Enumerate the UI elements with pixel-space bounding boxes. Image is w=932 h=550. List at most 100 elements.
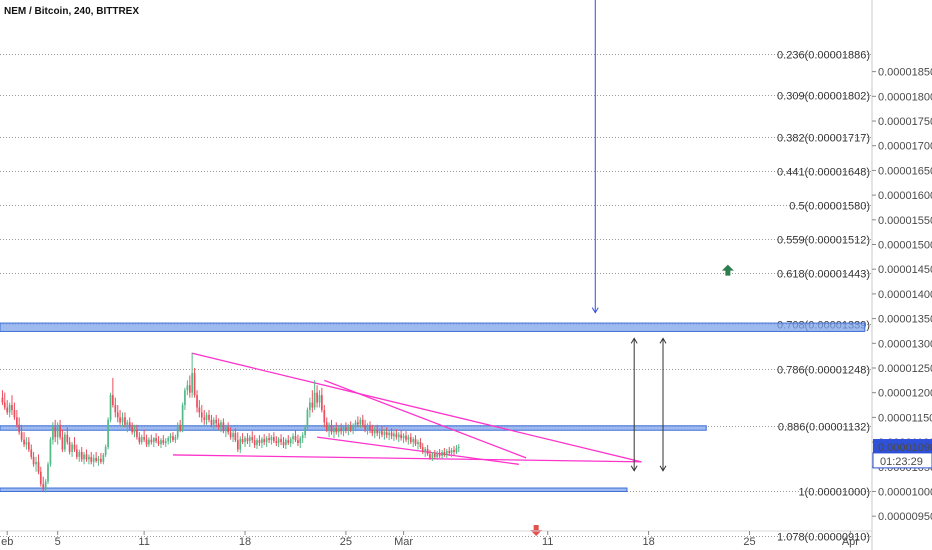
candle-body [457, 447, 460, 449]
price-chart[interactable]: 0.236(0.00001886) 0.309(0.00001802) 0.382(… [0, 0, 932, 550]
candle-body [419, 442, 422, 448]
candle-body [414, 439, 417, 445]
candle-body [426, 449, 429, 454]
candle-body [366, 426, 369, 430]
fib-level-label: 0.5(0.00001580) [789, 201, 870, 213]
candle-body [49, 439, 52, 465]
candle-body [16, 417, 18, 425]
candle-body [85, 454, 88, 460]
candle-body [75, 449, 78, 457]
candle-body [80, 451, 83, 460]
candle-body [455, 448, 458, 452]
candle-body [277, 439, 280, 444]
candle-body [222, 422, 225, 432]
candle-body [90, 456, 93, 462]
price-tick-label: 0.00001800 [878, 91, 932, 103]
candle-body [275, 441, 278, 444]
price-tick-label: 0.00001750 [878, 116, 932, 128]
candle-body [143, 437, 145, 440]
candle-body [23, 439, 25, 445]
candle-body [352, 426, 354, 430]
candle-body [385, 432, 388, 436]
candle-body [246, 438, 249, 442]
candle-body [224, 427, 227, 432]
candle-body [205, 414, 208, 420]
candle-body [304, 427, 306, 436]
support-zone[interactable] [0, 487, 628, 492]
price-tick-label: 0.00001000 [878, 486, 932, 498]
price-tick-label: 0.00001350 [878, 314, 932, 326]
candle-body [193, 372, 196, 396]
candle-body [109, 395, 112, 420]
candle-body [114, 405, 117, 413]
candle-body [236, 440, 239, 450]
candle-body [232, 433, 234, 438]
last-price-label: 0.00001090 [878, 442, 932, 454]
candle-body [25, 442, 28, 445]
candle-body [71, 444, 73, 452]
price-tick-label: 0.00001200 [878, 388, 932, 400]
candle-body [66, 434, 69, 443]
time-tick-label: eb [1, 536, 13, 548]
candle-body [261, 439, 263, 444]
candle-body [390, 432, 393, 437]
candle-body [88, 456, 90, 460]
candle-body [121, 417, 124, 423]
fib-level-label: 0.236(0.00001886) [777, 50, 870, 62]
candle-body [330, 424, 333, 433]
time-tick-label: Apr [842, 536, 859, 548]
candle-body [13, 409, 16, 418]
candle-body [433, 453, 436, 457]
candle-body [52, 427, 54, 440]
candle-body [381, 431, 383, 435]
candle-body [301, 435, 304, 439]
candle-body [244, 438, 246, 443]
candle-body [162, 440, 165, 444]
candle-body [294, 436, 297, 441]
candle-body [179, 424, 182, 430]
candle-body [436, 452, 439, 457]
candle-body [107, 419, 109, 448]
candle-body [210, 419, 213, 425]
candle-body [95, 457, 97, 461]
candle-body [160, 440, 162, 445]
candle-body [97, 458, 100, 461]
candle-body [359, 419, 362, 425]
candle-body [297, 440, 299, 444]
time-tick-label: 11 [138, 536, 149, 548]
candle-body [299, 438, 302, 444]
time-tick-label: 11 [542, 536, 553, 548]
candle-body [164, 441, 167, 444]
resistance-zone[interactable] [0, 322, 866, 332]
price-tick-label: 0.00001700 [878, 141, 932, 153]
candle-body [64, 434, 66, 450]
fib-level-label: 0.559(0.00001512) [777, 235, 870, 247]
candle-body [181, 405, 184, 430]
candle-body [203, 417, 206, 420]
candle-body [104, 447, 107, 455]
candle-body [47, 464, 49, 482]
candle-body [383, 432, 386, 435]
candle-body [169, 436, 172, 439]
candle-body [27, 442, 30, 450]
time-tick-label: 25 [743, 536, 755, 548]
candle-body [239, 439, 242, 450]
candle-body [167, 438, 170, 442]
candle-body [140, 437, 143, 443]
price-tick-label: 0.00001250 [878, 363, 932, 375]
candle-body [116, 412, 119, 418]
candle-body [11, 405, 13, 410]
candle-body [448, 450, 451, 453]
candle-body [405, 435, 407, 440]
price-tick-label: 0.00001300 [878, 338, 932, 350]
candle-body [59, 424, 61, 438]
candle-body [272, 437, 275, 442]
candle-body [378, 431, 381, 434]
candle-body [316, 392, 318, 403]
candle-body [215, 419, 218, 424]
candle-body [100, 458, 102, 462]
candle-body [111, 395, 114, 406]
candle-body [369, 426, 371, 431]
candle-body [128, 422, 131, 428]
candle-body [8, 405, 11, 413]
